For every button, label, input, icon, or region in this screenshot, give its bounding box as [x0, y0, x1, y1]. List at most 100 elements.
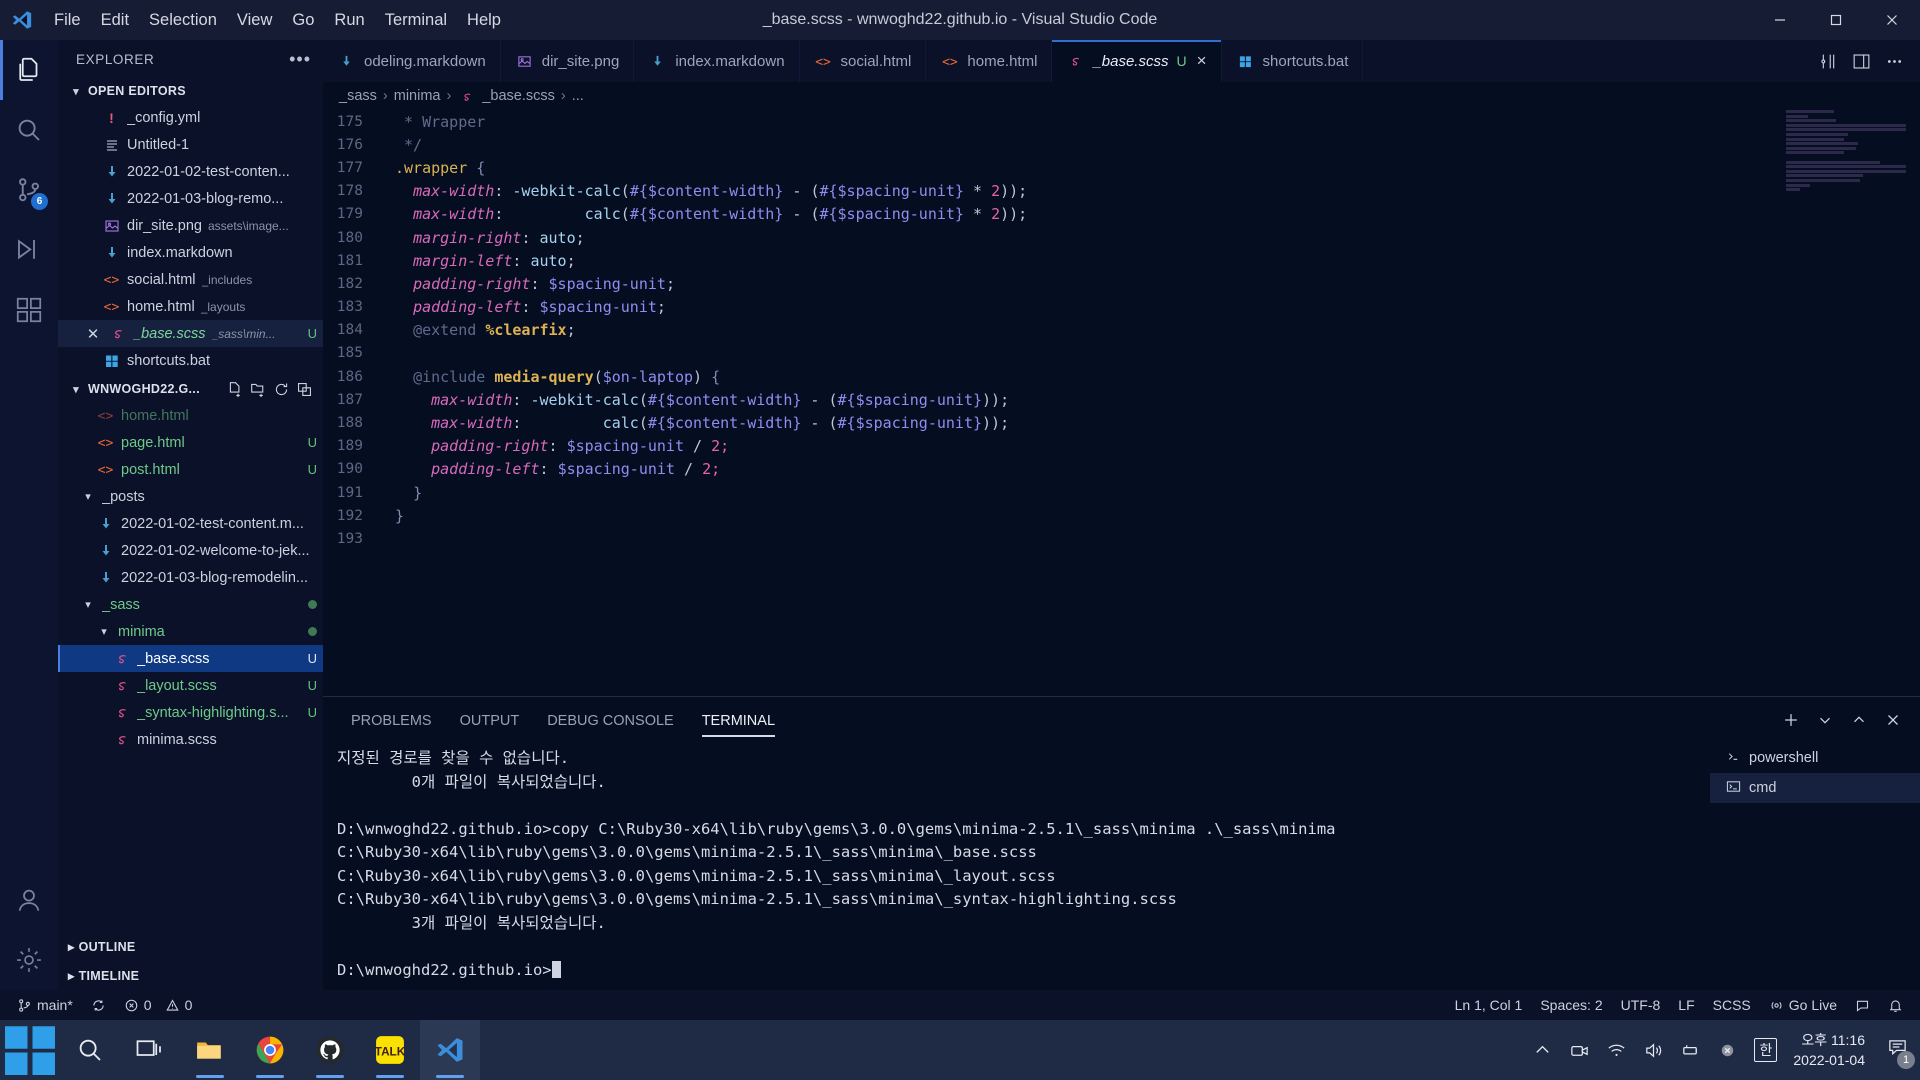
wifi-icon[interactable] [1606, 1040, 1627, 1061]
sidebar-more-icon[interactable]: ••• [289, 49, 311, 70]
close-button[interactable] [1864, 0, 1920, 40]
activity-settings[interactable] [0, 930, 58, 990]
menu-file[interactable]: File [44, 0, 91, 40]
chevron-up-icon[interactable] [1532, 1040, 1553, 1061]
menu-bar[interactable]: File Edit Selection View Go Run Terminal Help [44, 0, 511, 40]
status-encoding[interactable]: UTF-8 [1612, 990, 1670, 1020]
section-workspace[interactable]: ▾ WNWOGHD22.G... [58, 376, 323, 402]
code-line[interactable]: 188 max-width: calc(#{$content-width} - … [323, 411, 1920, 434]
taskbar-kakaotalk[interactable]: TALK [360, 1020, 420, 1080]
editor-tab[interactable]: _base.scss U × [1052, 40, 1222, 82]
tree-file-item[interactable]: <> home.html [58, 402, 323, 429]
battery-icon[interactable] [1680, 1040, 1701, 1061]
code-line[interactable]: 189 padding-right: $spacing-unit / 2; [323, 435, 1920, 458]
terminal-instance[interactable]: cmd [1710, 773, 1920, 803]
tree-file-item[interactable]: minima.scss [58, 726, 323, 753]
maximize-button[interactable] [1808, 0, 1864, 40]
breadcrumb-part[interactable]: minima [394, 88, 441, 104]
tree-folder-item[interactable]: ▾ minima [58, 618, 323, 645]
editor-tab[interactable]: dir_site.png [500, 40, 635, 82]
open-editor-item[interactable]: 2022-01-03-blog-remo... [58, 185, 323, 212]
more-actions-icon[interactable] [1885, 52, 1904, 71]
notification-center-button[interactable]: 1 [1887, 1037, 1915, 1069]
terminal-instance[interactable]: powershell [1710, 743, 1920, 773]
breadcrumb-part[interactable]: _base.scss [482, 88, 555, 104]
open-editor-item[interactable]: index.markdown [58, 239, 323, 266]
status-notifications[interactable] [1879, 990, 1912, 1020]
panel-tab-terminal[interactable]: TERMINAL [688, 713, 789, 737]
code-line[interactable]: 179 max-width: calc(#{$content-width} - … [323, 203, 1920, 226]
code-line[interactable]: 187 max-width: -webkit-calc(#{$content-w… [323, 388, 1920, 411]
code-line[interactable]: 177 .wrapper { [323, 156, 1920, 179]
editor-tab[interactable]: shortcuts.bat [1221, 40, 1364, 82]
open-editor-item[interactable]: <> home.html _layouts [58, 293, 323, 320]
panel-tab-problems[interactable]: PROBLEMS [337, 713, 446, 737]
code-line[interactable]: 176 */ [323, 133, 1920, 156]
menu-view[interactable]: View [227, 0, 282, 40]
tree-file-item[interactable]: 2022-01-02-test-content.m... [58, 510, 323, 537]
volume-icon[interactable] [1643, 1040, 1664, 1061]
activity-run-debug[interactable] [0, 220, 58, 280]
new-terminal-icon[interactable] [1782, 711, 1800, 729]
layout-icon[interactable] [1852, 52, 1871, 71]
open-editor-item[interactable]: dir_site.png assets\image... [58, 212, 323, 239]
status-problems[interactable]: 0 0 [115, 990, 202, 1020]
ime-indicator[interactable]: 한 [1754, 1038, 1778, 1062]
open-editor-item[interactable]: ! _config.yml [58, 104, 323, 131]
close-icon[interactable]: × [1197, 51, 1207, 71]
taskbar-github-desktop[interactable] [300, 1020, 360, 1080]
status-language-mode[interactable]: SCSS [1704, 990, 1760, 1020]
code-line[interactable]: 181 margin-left: auto; [323, 249, 1920, 272]
code-line[interactable]: 193 [323, 527, 1920, 550]
taskbar-vscode[interactable] [420, 1020, 480, 1080]
breadcrumb-part[interactable]: _sass [339, 88, 377, 104]
code-line[interactable]: 191 } [323, 481, 1920, 504]
activity-search[interactable] [0, 100, 58, 160]
close-icon[interactable]: ✕ [84, 325, 102, 343]
tree-folder-item[interactable]: ▾ _sass [58, 591, 323, 618]
open-editor-item[interactable]: ✕ _base.scss _sass\min... U [58, 320, 323, 347]
new-folder-icon[interactable] [250, 381, 267, 398]
code-line[interactable]: 184 @extend %clearfix; [323, 319, 1920, 342]
breadcrumb-part[interactable]: ... [572, 88, 584, 104]
tree-folder-item[interactable]: ▾ _posts [58, 483, 323, 510]
panel-tab-output[interactable]: OUTPUT [446, 713, 534, 737]
section-timeline[interactable]: ▸ TIMELINE [58, 961, 323, 990]
menu-run[interactable]: Run [324, 0, 374, 40]
code-line[interactable]: 182 padding-right: $spacing-unit; [323, 272, 1920, 295]
taskbar-chrome[interactable] [240, 1020, 300, 1080]
terminal-output[interactable]: 지정된 경로를 찾을 수 없습니다. 0개 파일이 복사되었습니다. D:\wn… [323, 737, 1710, 990]
tree-file-item[interactable]: _syntax-highlighting.s... U [58, 699, 323, 726]
open-editor-item[interactable]: shortcuts.bat [58, 347, 323, 374]
status-indentation[interactable]: Spaces: 2 [1531, 990, 1611, 1020]
menu-help[interactable]: Help [457, 0, 511, 40]
taskbar-task-view[interactable] [120, 1020, 180, 1080]
tree-file-item[interactable]: <> page.html U [58, 429, 323, 456]
activity-source-control[interactable]: 6 [0, 160, 58, 220]
code-line[interactable]: 185 [323, 342, 1920, 365]
menu-edit[interactable]: Edit [91, 0, 139, 40]
new-file-icon[interactable] [227, 381, 244, 398]
code-line[interactable]: 183 padding-left: $spacing-unit; [323, 296, 1920, 319]
start-button[interactable] [0, 1020, 60, 1080]
minimize-button[interactable] [1752, 0, 1808, 40]
menu-selection[interactable]: Selection [139, 0, 227, 40]
activity-extensions[interactable] [0, 280, 58, 340]
refresh-icon[interactable] [273, 381, 290, 398]
open-editor-item[interactable]: <> social.html _includes [58, 266, 323, 293]
editor-tab[interactable]: <> social.html [799, 40, 927, 82]
code-line[interactable]: 192} [323, 504, 1920, 527]
panel-tab-debug-console[interactable]: DEBUG CONSOLE [533, 713, 688, 737]
split-editor-icon[interactable] [1819, 52, 1838, 71]
chevron-up-icon[interactable] [1850, 711, 1868, 729]
taskbar-search[interactable] [60, 1020, 120, 1080]
collapse-all-icon[interactable] [296, 381, 313, 398]
section-outline[interactable]: ▸ OUTLINE [58, 932, 323, 961]
tree-file-item[interactable]: _base.scss U [58, 645, 323, 672]
editor-tab[interactable]: index.markdown [634, 40, 800, 82]
status-cursor-position[interactable]: Ln 1, Col 1 [1446, 990, 1532, 1020]
menu-terminal[interactable]: Terminal [375, 0, 457, 40]
code-editor[interactable]: 175 * Wrapper 176 */177 .wrapper {178 max-… [323, 110, 1920, 696]
code-line[interactable]: 175 * Wrapper [323, 110, 1920, 133]
code-line[interactable]: 186 @include media-query($on-laptop) { [323, 365, 1920, 388]
